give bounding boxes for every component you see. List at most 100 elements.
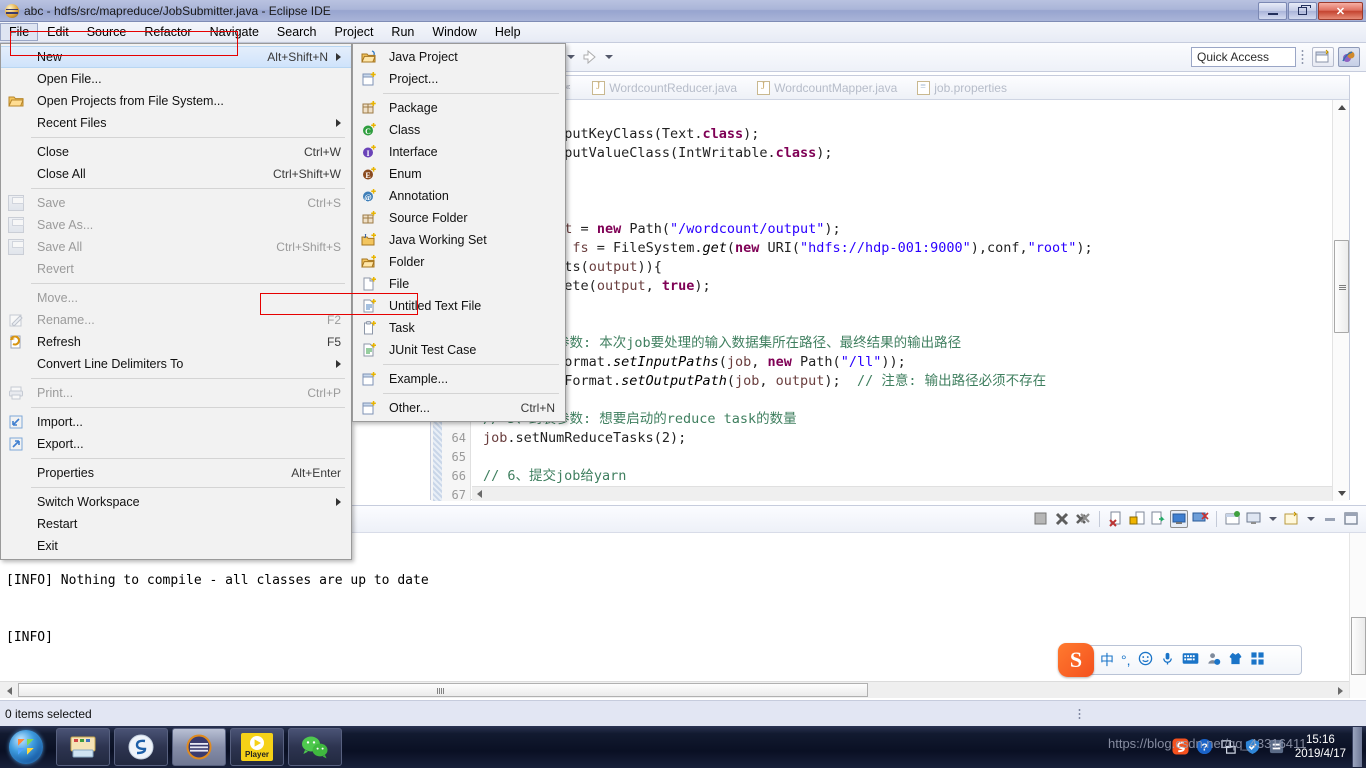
taskbar-item-sogou-browser[interactable] [114,728,168,766]
help-icon[interactable]: ? [1196,738,1214,756]
editor-tab-wordcountreducer[interactable]: WordcountReducer.java [584,76,749,100]
scroll-down-button[interactable] [1333,486,1350,501]
editor-tab-job-properties[interactable]: job.properties [909,76,1019,100]
restore-button[interactable] [1288,2,1317,20]
menu-import[interactable]: Import... [1,411,351,433]
ime-voice-icon[interactable] [1160,651,1175,669]
menu-open-file[interactable]: Open File... [1,68,351,90]
ime-toolbox-icon[interactable] [1250,651,1265,669]
ime-keyboard-icon[interactable] [1182,652,1199,668]
menu-item-help[interactable]: Help [486,23,530,41]
display-console-chevron-icon[interactable] [1269,517,1277,521]
menu-item-navigate[interactable]: Navigate [201,23,268,41]
toolbar-drag-handle[interactable] [1301,49,1304,65]
console-scroll-left-icon[interactable] [2,684,16,698]
chevron-down-icon-4[interactable] [605,55,613,59]
console-vertical-scrollbar[interactable] [1349,533,1366,698]
submenu-folder[interactable]: Folder [353,251,565,273]
submenu-untitled-text-file[interactable]: Untitled Text File [353,295,565,317]
clear-console-icon[interactable] [1107,510,1125,528]
menu-recent-files[interactable]: Recent Files [1,112,351,134]
submenu-enum[interactable]: E Enum [353,163,565,185]
status-drag-handle[interactable] [1078,708,1081,720]
maximize-view-icon[interactable] [1342,510,1360,528]
submenu-project[interactable]: Project... [353,68,565,90]
show-console-when-output-icon[interactable] [1170,510,1188,528]
submenu-annotation[interactable]: @ Annotation [353,185,565,207]
menu-export[interactable]: Export... [1,433,351,455]
menu-close[interactable]: Close Ctrl+W [1,141,351,163]
vertical-scroll-thumb[interactable] [1334,240,1349,333]
word-wrap-icon[interactable] [1149,510,1167,528]
scroll-up-button[interactable] [1333,100,1350,115]
display-selected-console-icon[interactable] [1245,510,1263,528]
ime-emoji-icon[interactable] [1138,651,1153,669]
start-button[interactable] [0,727,52,767]
menu-item-run[interactable]: Run [382,23,423,41]
console-scroll-thumb[interactable] [1351,617,1366,675]
source-code[interactable]: job.setOutputKeyClass(Text.class); job.s… [471,100,1349,501]
submenu-class[interactable]: C Class [353,119,565,141]
forward-icon[interactable] [580,47,600,67]
minimize-button[interactable] [1258,2,1287,20]
menu-refresh[interactable]: Refresh F5 [1,331,351,353]
remove-all-terminated-icon[interactable] [1074,510,1092,528]
editor-horizontal-scrollbar[interactable] [472,486,1332,501]
open-perspective-icon[interactable] [1312,47,1334,67]
taskbar-item-wechat[interactable] [288,728,342,766]
sogou-tray-icon[interactable] [1172,738,1190,756]
submenu-file[interactable]: File [353,273,565,295]
console-scroll-right-icon[interactable] [1333,684,1347,698]
code-editor[interactable]: 64 65 66 67 job.setOutputKeyClass(Text.c… [431,100,1349,501]
menu-item-window[interactable]: Window [423,23,485,41]
menu-item-edit[interactable]: Edit [38,23,78,41]
submenu-java-project[interactable]: Java Project [353,46,565,68]
menu-item-refactor[interactable]: Refactor [135,23,200,41]
menu-properties[interactable]: Properties Alt+Enter [1,462,351,484]
editor-vertical-scrollbar[interactable] [1332,100,1349,501]
menu-switch-workspace[interactable]: Switch Workspace [1,491,351,513]
new-console-view-icon[interactable] [1224,510,1242,528]
menu-item-source[interactable]: Source [78,23,136,41]
scroll-lock-icon[interactable] [1128,510,1146,528]
terminate-icon[interactable] [1032,510,1050,528]
taskbar-item-player[interactable]: Player [230,728,284,766]
ime-chinese-mode-icon[interactable]: 中 [1100,650,1114,670]
editor-tab-wordcountmapper[interactable]: WordcountMapper.java [749,76,909,100]
sogou-logo-icon[interactable]: S [1058,643,1094,677]
ime-skin-icon[interactable] [1228,651,1243,669]
taskbar-item-eclipse[interactable] [172,728,226,766]
menu-item-file[interactable]: File [0,22,39,41]
open-console-icon[interactable] [1283,510,1301,528]
submenu-package[interactable]: Package [353,97,565,119]
console-hscroll-thumb[interactable] [18,683,868,697]
menu-close-all[interactable]: Close All Ctrl+Shift+W [1,163,351,185]
ime-user-icon[interactable] [1206,651,1221,669]
security-shield-icon[interactable] [1244,738,1262,756]
close-button[interactable]: ✕ [1318,2,1363,20]
submenu-task[interactable]: Task [353,317,565,339]
network-icon[interactable] [1220,738,1238,756]
menu-convert-line-delimiters[interactable]: Convert Line Delimiters To [1,353,351,375]
console-horizontal-scrollbar[interactable] [0,681,1349,698]
chevron-down-icon-3[interactable] [567,55,575,59]
quick-access-input[interactable]: Quick Access [1191,47,1296,67]
menu-item-project[interactable]: Project [326,23,383,41]
scroll-left-icon[interactable] [477,490,482,498]
submenu-java-working-set[interactable]: J Java Working Set [353,229,565,251]
submenu-interface[interactable]: I Interface [353,141,565,163]
submenu-junit-test-case[interactable]: JUnit Test Case [353,339,565,361]
taskbar-clock[interactable]: 15:16 2019/4/17 [1295,733,1346,761]
minimize-view-icon[interactable] [1321,510,1339,528]
sogou-ime-bar[interactable]: S 中 °, [1058,643,1302,677]
submenu-source-folder[interactable]: Source Folder [353,207,565,229]
app-icon[interactable] [1268,738,1286,756]
open-console-chevron-icon[interactable] [1307,517,1315,521]
show-desktop-button[interactable] [1352,727,1362,767]
menu-new[interactable]: New Alt+Shift+N [1,46,351,68]
submenu-other[interactable]: Other... Ctrl+N [353,397,565,419]
submenu-example[interactable]: Example... [353,368,565,390]
menu-restart[interactable]: Restart [1,513,351,535]
ime-punctuation-icon[interactable]: °, [1121,652,1131,668]
menu-item-search[interactable]: Search [268,23,326,41]
